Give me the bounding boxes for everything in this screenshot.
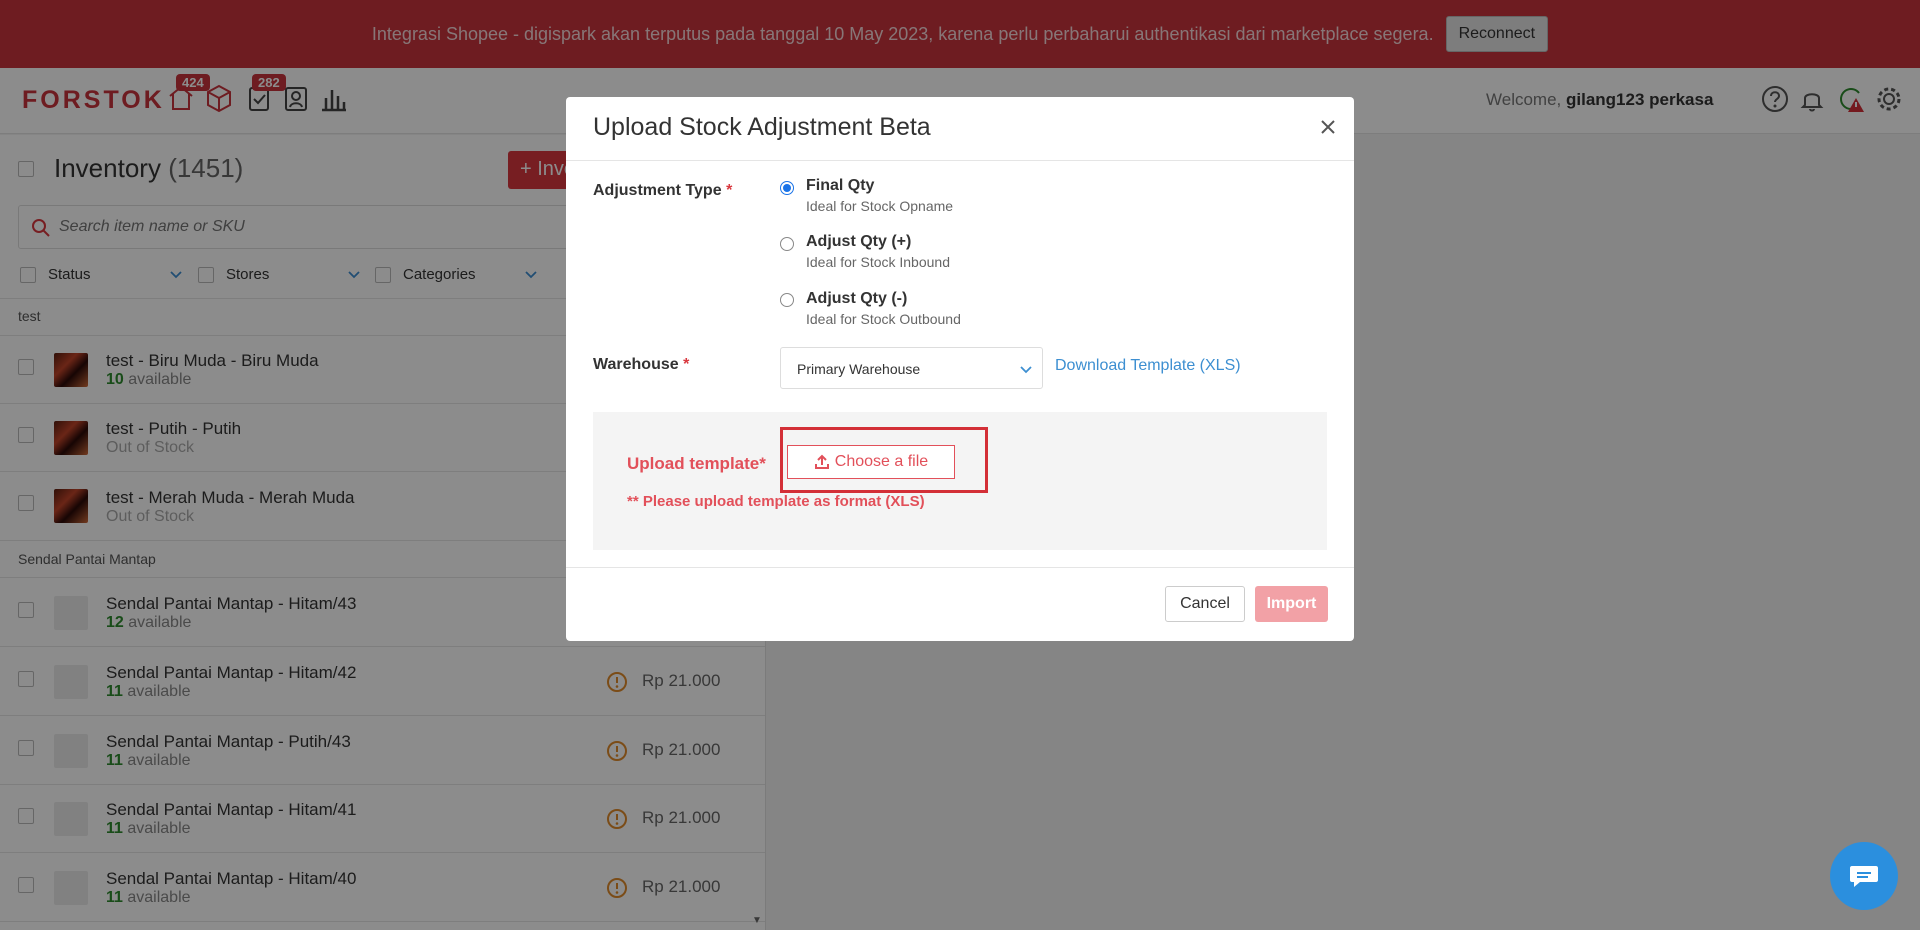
upload-stock-adjustment-modal: Upload Stock Adjustment Beta Adjustment … [566,97,1354,641]
chat-bubble-icon [1850,866,1878,887]
close-icon[interactable] [1318,117,1338,137]
warehouse-value: Primary Warehouse [797,361,921,377]
warehouse-label: Warehouse * [593,356,689,374]
modal-title: Upload Stock Adjustment Beta [593,113,931,141]
option-title[interactable]: Final Qty [806,177,874,195]
divider [566,160,1354,161]
required-mark: * [726,182,733,199]
adjust-qty-plus-radio[interactable] [780,237,794,251]
adjustment-type-text: Adjustment Type [593,182,722,199]
option-description: Ideal for Stock Outbound [806,311,961,327]
option-description: Ideal for Stock Opname [806,198,954,214]
upload-format-note: ** Please upload template as format (XLS… [627,493,925,510]
choose-file-button[interactable]: Choose a file [787,445,955,479]
warehouse-text: Warehouse [593,356,679,373]
chevron-down-icon [1020,366,1032,374]
option-description: Ideal for Stock Inbound [806,254,950,270]
cancel-button[interactable]: Cancel [1165,586,1245,622]
final-qty-radio[interactable] [780,181,794,195]
adjustment-type-label: Adjustment Type * [593,182,732,200]
import-button[interactable]: Import [1255,586,1328,622]
option-title[interactable]: Adjust Qty (-) [806,290,907,308]
option-title[interactable]: Adjust Qty (+) [806,233,911,251]
required-mark: * [683,356,690,373]
chat-support-button[interactable] [1830,842,1898,910]
choose-file-label: Choose a file [834,453,929,470]
upload-icon [814,454,829,469]
upload-template-label: Upload template* [627,454,766,473]
upload-template-section: Upload template* Choose a file ** Please… [593,412,1327,550]
adjust-qty-minus-radio[interactable] [780,293,794,307]
divider [566,567,1354,568]
download-template-link[interactable]: Download Template (XLS) [1055,357,1241,375]
warehouse-select[interactable]: Primary Warehouse [780,347,1043,389]
